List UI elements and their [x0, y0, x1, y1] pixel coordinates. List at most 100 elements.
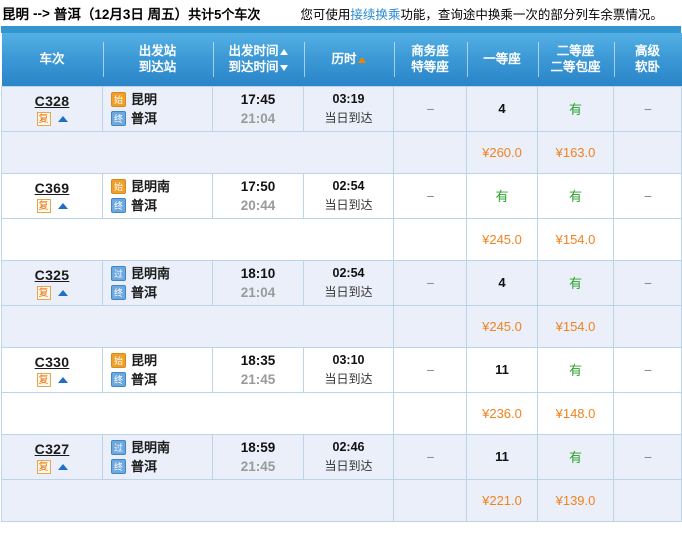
- arrival-time: 21:45: [240, 371, 276, 387]
- first-class-seat-cell[interactable]: 4: [466, 259, 538, 306]
- col-soft-sleeper[interactable]: 高级 软卧: [613, 33, 682, 86]
- departure-time: 18:10: [240, 265, 276, 281]
- first-class-seat-cell[interactable]: 4: [466, 85, 538, 132]
- business-seat-cell[interactable]: --: [393, 346, 467, 393]
- end-station-icon: 终: [111, 110, 126, 126]
- duration-cell: 03:19 当日到达: [303, 85, 394, 132]
- train-number-cell[interactable]: C330 复: [1, 346, 103, 393]
- soft-sleeper-price-cell: [613, 391, 682, 435]
- train-number-cell[interactable]: C369 复: [1, 172, 103, 219]
- expand-triangle-icon[interactable]: [57, 203, 68, 209]
- first-class-price: ¥245.0: [482, 318, 522, 334]
- expand-triangle-icon[interactable]: [57, 116, 68, 122]
- return-trip-badge[interactable]: 复: [36, 286, 51, 300]
- start-station-icon: 始: [111, 178, 126, 194]
- second-class-seat-cell-value: 有: [568, 276, 582, 291]
- train-code-link[interactable]: C325: [2, 268, 102, 283]
- col-train-number[interactable]: 车次: [1, 33, 103, 86]
- second-class-seat-cell[interactable]: 有: [537, 346, 614, 393]
- time-cell: 17:50 20:44: [212, 172, 304, 219]
- second-class-price: ¥154.0: [555, 231, 596, 247]
- sort-descending-icon[interactable]: [279, 64, 288, 71]
- first-class-seat-cell[interactable]: 11: [466, 433, 538, 480]
- soft-sleeper-seat-cell[interactable]: --: [613, 172, 682, 219]
- arrival-day-note: 当日到达: [324, 458, 373, 473]
- soft-sleeper-seat-cell[interactable]: --: [613, 346, 682, 393]
- col-second-label-2: 二等包座: [550, 60, 601, 75]
- price-row-spacer: [1, 217, 394, 261]
- return-trip-badge[interactable]: 复: [36, 112, 51, 126]
- train-number-cell[interactable]: C327 复: [1, 433, 103, 480]
- station-cell: 始昆明终普洱: [102, 346, 213, 393]
- soft-sleeper-seat-cell-value: --: [644, 449, 652, 464]
- second-class-seat-cell[interactable]: 有: [537, 172, 614, 219]
- duration-cell: 02:54 当日到达: [303, 259, 394, 306]
- expand-triangle-icon[interactable]: [57, 290, 68, 296]
- time-cell: 18:10 21:04: [212, 259, 304, 306]
- duration-cell: 02:46 当日到达: [303, 433, 394, 480]
- second-class-seat-cell[interactable]: 有: [537, 85, 614, 132]
- table-row[interactable]: C330 复 始昆明终普洱 18:35 21:45 03:10 当日到达 -- 11 有 --: [1, 346, 682, 393]
- time-cell: 17:45 21:04: [212, 85, 304, 132]
- first-class-price-cell: ¥245.0: [466, 217, 538, 261]
- col-duration-label: 历时: [331, 52, 357, 67]
- departure-station: 昆明: [131, 91, 158, 107]
- train-code-link[interactable]: C330: [2, 355, 102, 370]
- table-row[interactable]: C328 复 始昆明终普洱 17:45 21:04 03:19 当日到达 -- 4 有 --: [1, 85, 682, 132]
- arrival-time: 21:45: [240, 458, 276, 474]
- second-class-seat-cell[interactable]: 有: [537, 433, 614, 480]
- train-number-cell[interactable]: C325 复: [1, 259, 103, 306]
- business-seat-cell[interactable]: --: [393, 433, 467, 480]
- train-code-link[interactable]: C369: [2, 181, 102, 196]
- first-class-price-cell: ¥245.0: [466, 304, 538, 348]
- business-seat-cell[interactable]: --: [393, 85, 467, 132]
- transfer-link[interactable]: 接续换乘: [350, 8, 400, 22]
- train-results-table: 车次 出发站 到达站 出发时间 到达时间 历时 商务座 特等座 一等座 二等座: [1, 33, 682, 522]
- return-trip-badge[interactable]: 复: [36, 373, 51, 387]
- soft-sleeper-seat-cell[interactable]: --: [613, 433, 682, 480]
- business-price-cell: [393, 478, 467, 522]
- first-class-seat-cell[interactable]: 有: [466, 172, 538, 219]
- price-row-spacer: [1, 130, 394, 174]
- col-first-class[interactable]: 一等座: [466, 33, 538, 86]
- second-class-seat-cell[interactable]: 有: [537, 259, 614, 306]
- first-class-price-cell: ¥260.0: [466, 130, 538, 174]
- return-trip-badge[interactable]: 复: [36, 199, 51, 213]
- train-number-cell[interactable]: C328 复: [1, 85, 103, 132]
- expand-triangle-icon[interactable]: [57, 377, 68, 383]
- price-row: ¥260.0 ¥163.0: [1, 130, 682, 174]
- arrival-day-note: 当日到达: [324, 110, 373, 125]
- train-code-link[interactable]: C328: [2, 94, 102, 109]
- arrival-station: 普洱: [131, 284, 158, 300]
- price-row: ¥236.0 ¥148.0: [1, 391, 682, 435]
- train-code-link[interactable]: C327: [2, 442, 102, 457]
- table-row[interactable]: C325 复 过昆明南终普洱 18:10 21:04 02:54 当日到达 -- 4 有 --: [1, 259, 682, 306]
- second-class-seat-cell-value: 有: [568, 363, 582, 378]
- first-class-seat-cell-value: 11: [495, 449, 509, 464]
- soft-sleeper-seat-cell[interactable]: --: [613, 85, 682, 132]
- col-times[interactable]: 出发时间 到达时间: [212, 33, 304, 86]
- arrival-station: 普洱: [131, 110, 158, 126]
- first-class-price-cell: ¥221.0: [466, 478, 538, 522]
- soft-sleeper-price-cell: [613, 217, 682, 261]
- table-row[interactable]: C369 复 始昆明南终普洱 17:50 20:44 02:54 当日到达 -- 有 有 --: [1, 172, 682, 219]
- sort-active-icon[interactable]: [357, 56, 366, 63]
- duration-cell: 03:10 当日到达: [303, 346, 394, 393]
- col-second-class[interactable]: 二等座 二等包座: [537, 33, 614, 86]
- second-class-price-cell: ¥154.0: [537, 304, 614, 348]
- expand-triangle-icon[interactable]: [57, 464, 68, 470]
- soft-sleeper-seat-cell-value: --: [644, 101, 652, 116]
- business-seat-cell[interactable]: --: [393, 259, 467, 306]
- transfer-tip: 您可使用接续换乘功能，查询途中换乘一次的部分列车余票情况。: [300, 4, 663, 23]
- col-business-class[interactable]: 商务座 特等座: [393, 33, 467, 86]
- soft-sleeper-seat-cell[interactable]: --: [613, 259, 682, 306]
- table-row[interactable]: C327 复 过昆明南终普洱 18:59 21:45 02:46 当日到达 -- 11 有 --: [1, 433, 682, 480]
- col-stations[interactable]: 出发站 到达站: [102, 33, 213, 86]
- return-trip-badge[interactable]: 复: [36, 460, 51, 474]
- first-class-price: ¥221.0: [482, 492, 522, 508]
- first-class-seat-cell[interactable]: 11: [466, 346, 538, 393]
- col-duration[interactable]: 历时: [303, 33, 394, 86]
- sort-ascending-icon[interactable]: [279, 48, 288, 55]
- business-seat-cell[interactable]: --: [393, 172, 467, 219]
- first-class-seat-cell-value: 有: [495, 189, 509, 204]
